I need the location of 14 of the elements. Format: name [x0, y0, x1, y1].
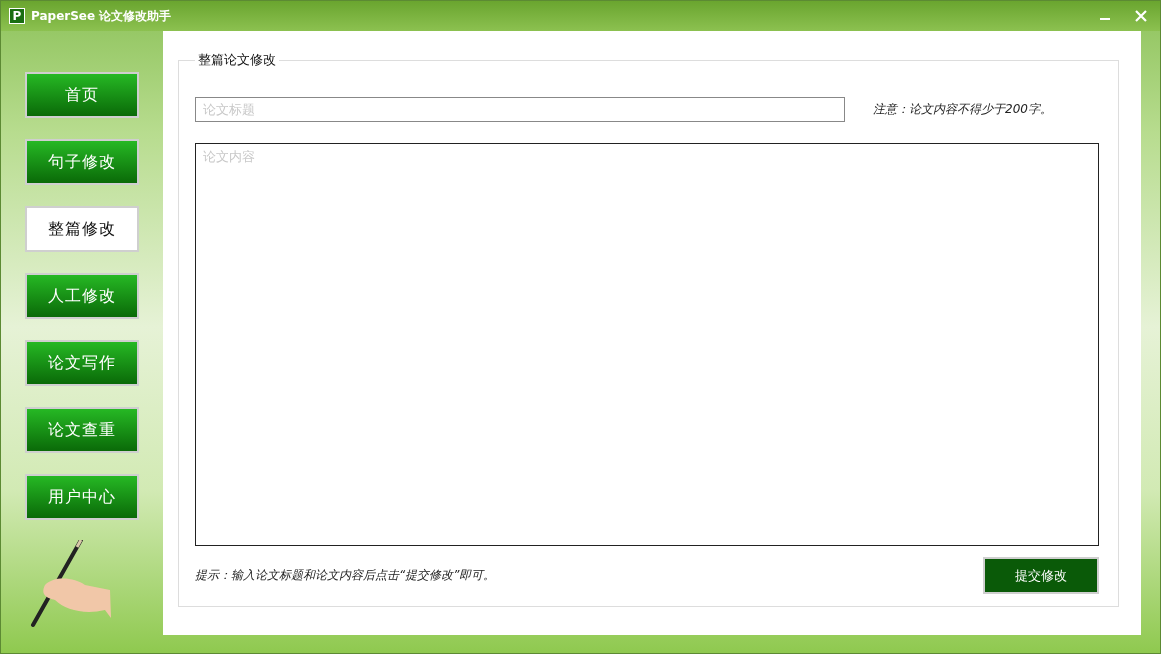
nav-button[interactable]: 人工修改: [25, 273, 139, 319]
hint-text: 提示：输入论文标题和论文内容后点击“提交修改”即可。: [195, 567, 496, 584]
nav-button[interactable]: 整篇修改: [25, 206, 139, 252]
window-title: PaperSee 论文修改助手: [31, 7, 172, 25]
nav-button[interactable]: 论文写作: [25, 340, 139, 386]
note-text: 注意：论文内容不得少于200字。: [873, 101, 1052, 118]
nav-button[interactable]: 用户中心: [25, 474, 139, 520]
app-logo: P: [9, 8, 25, 24]
nav-button[interactable]: 首页: [25, 72, 139, 118]
submit-button[interactable]: 提交修改: [983, 557, 1099, 594]
nav-button[interactable]: 论文查重: [25, 407, 139, 453]
close-icon[interactable]: [1134, 9, 1148, 23]
nav-button[interactable]: 句子修改: [25, 139, 139, 185]
group-title: 整篇论文修改: [197, 51, 277, 69]
